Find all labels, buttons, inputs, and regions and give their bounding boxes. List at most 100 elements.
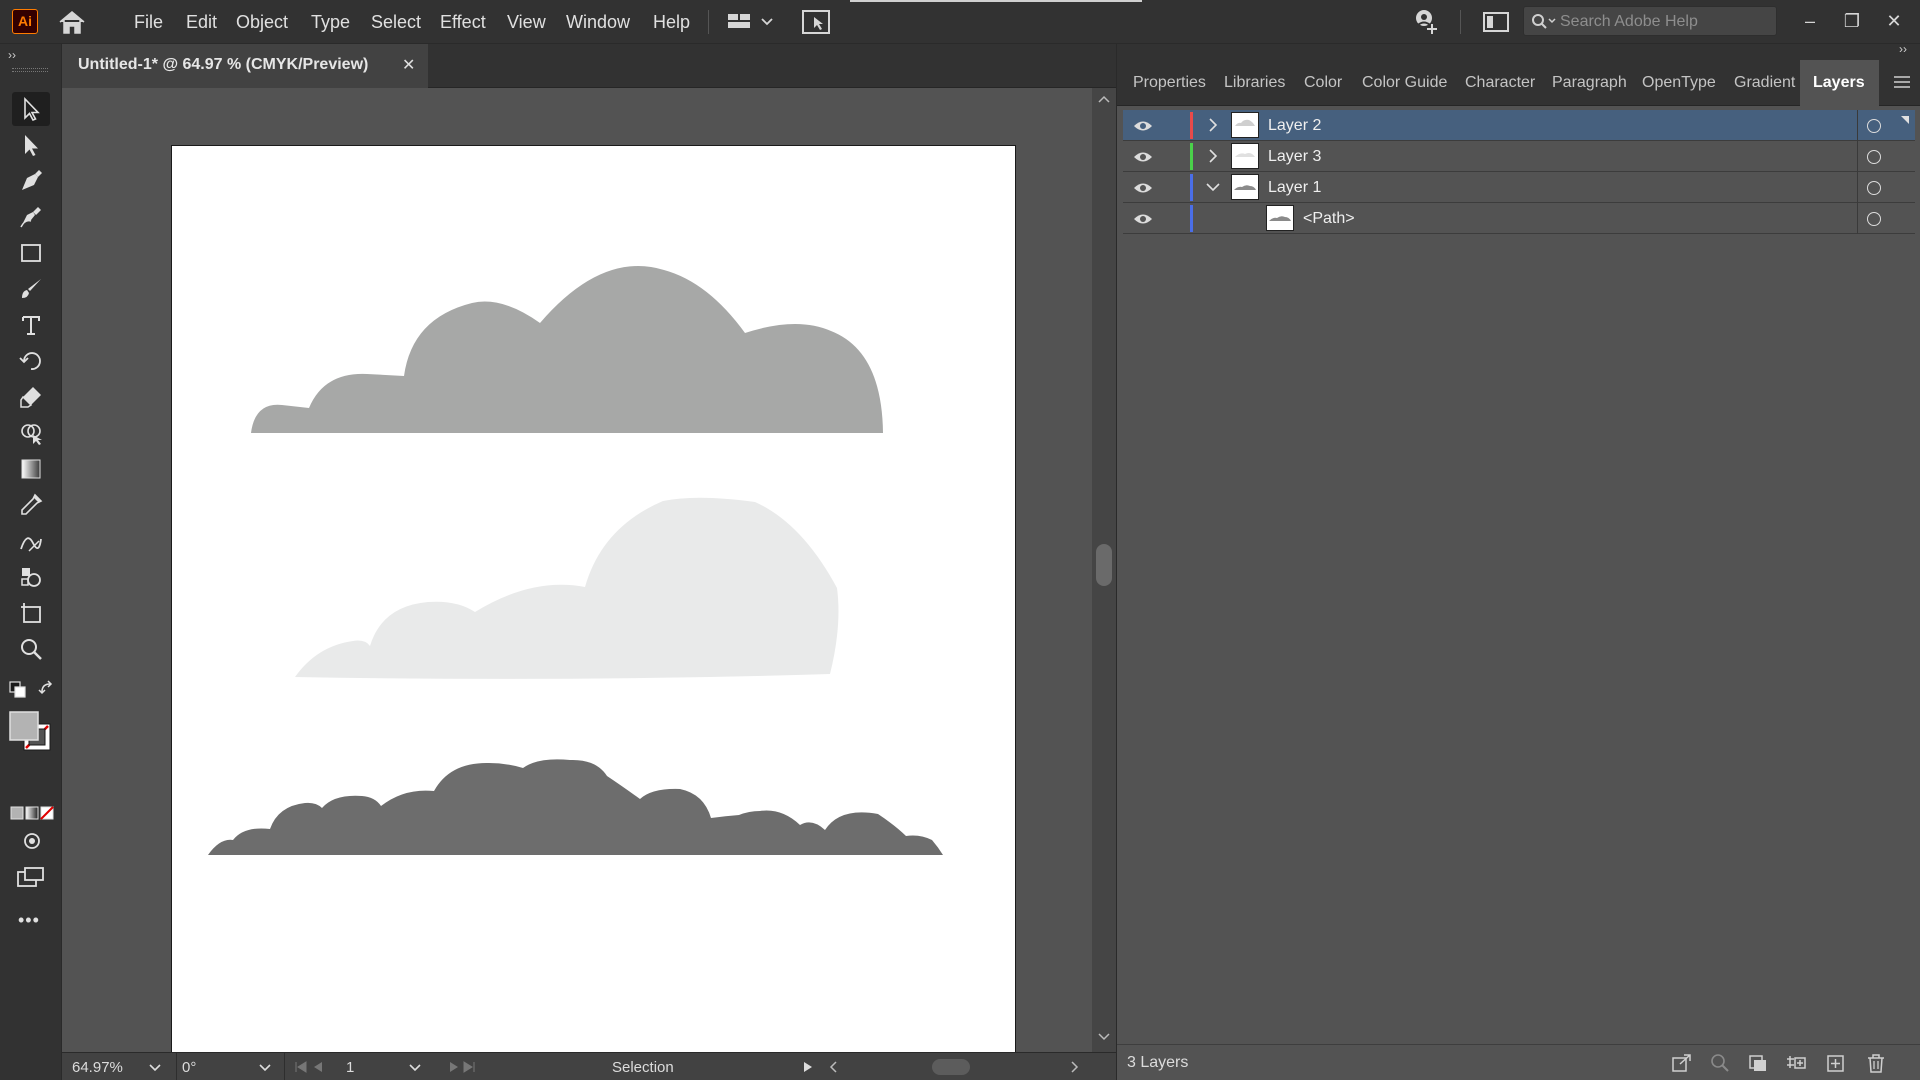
shape-builder-tool[interactable] — [12, 416, 50, 450]
menu-edit[interactable]: Edit — [186, 10, 217, 34]
zoom-level[interactable]: 64.97% — [72, 1057, 152, 1079]
menu-object[interactable]: Object — [236, 10, 288, 34]
visibility-eye-icon[interactable] — [1133, 212, 1153, 226]
rotation-dropdown-icon[interactable] — [258, 1063, 272, 1073]
rotation-value[interactable]: 0° — [182, 1057, 242, 1079]
locate-object-icon[interactable] — [1709, 1053, 1731, 1073]
tab-opentype[interactable]: OpenType — [1642, 74, 1716, 92]
menu-file[interactable]: File — [134, 10, 163, 34]
visibility-eye-icon[interactable] — [1133, 119, 1153, 133]
vertical-scrollbar[interactable] — [1092, 88, 1116, 1052]
menu-help[interactable]: Help — [653, 10, 690, 34]
cloud-shape-top[interactable] — [251, 266, 883, 433]
scroll-left-icon[interactable] — [828, 1060, 838, 1074]
status-menu-icon[interactable] — [802, 1061, 814, 1073]
layer-name[interactable]: Layer 3 — [1268, 148, 1321, 166]
delete-layer-icon[interactable] — [1865, 1053, 1887, 1073]
more-tools-icon[interactable]: ••• — [18, 910, 40, 931]
draw-mode-icon[interactable] — [20, 830, 44, 852]
next-last-artboard-icon[interactable] — [440, 1061, 480, 1073]
zoom-dropdown-icon[interactable] — [148, 1063, 162, 1073]
pen-tool[interactable] — [12, 164, 50, 198]
sublayer-row[interactable]: <Path> — [1123, 203, 1915, 234]
menu-select[interactable]: Select — [371, 10, 421, 34]
menu-effect[interactable]: Effect — [440, 10, 486, 34]
layer-row[interactable]: Layer 1 — [1123, 172, 1915, 203]
scroll-down-icon[interactable] — [1098, 1032, 1110, 1042]
visibility-eye-icon[interactable] — [1133, 150, 1153, 164]
create-sublayer-icon[interactable] — [1785, 1053, 1807, 1073]
close-window-button[interactable]: ✕ — [1874, 6, 1914, 36]
document-tab[interactable]: Untitled-1* @ 64.97 % (CMYK/Preview) ✕ — [62, 44, 428, 88]
layer-target-icon[interactable] — [1867, 119, 1881, 133]
screen-mode-icon[interactable] — [16, 866, 46, 888]
tab-color[interactable]: Color — [1304, 74, 1342, 92]
type-tool[interactable] — [12, 308, 50, 342]
menu-view[interactable]: View — [507, 10, 546, 34]
paintbrush-tool[interactable] — [12, 272, 50, 306]
layer-row[interactable]: Layer 2 — [1123, 110, 1915, 141]
gradient-tool[interactable] — [12, 452, 50, 486]
horizontal-scroll-thumb[interactable] — [932, 1059, 970, 1075]
home-button[interactable] — [56, 9, 88, 35]
artboard-number[interactable]: 1 — [346, 1057, 386, 1079]
help-search-box[interactable] — [1523, 6, 1777, 36]
collapse-toolbar-icon[interactable]: ›› — [8, 48, 16, 62]
swap-fill-stroke-icon[interactable] — [38, 680, 56, 698]
scroll-up-icon[interactable] — [1098, 94, 1110, 104]
fill-stroke-control[interactable] — [8, 710, 54, 754]
selection-tool[interactable] — [12, 92, 50, 126]
artboard[interactable] — [171, 145, 1016, 1055]
tab-gradient[interactable]: Gradient — [1734, 74, 1795, 92]
toolbar-grip[interactable] — [12, 68, 48, 72]
menu-type[interactable]: Type — [311, 10, 350, 34]
blend-tool[interactable] — [12, 524, 50, 558]
layer-row[interactable]: Layer 3 — [1123, 141, 1915, 172]
path-name[interactable]: <Path> — [1303, 210, 1355, 228]
canvas[interactable] — [62, 88, 1092, 1055]
rotate-tool[interactable] — [12, 344, 50, 378]
rectangle-tool[interactable] — [12, 236, 50, 270]
search-input[interactable] — [1560, 11, 1770, 33]
artboard-tool[interactable] — [12, 596, 50, 630]
layer-name[interactable]: Layer 2 — [1268, 117, 1321, 135]
symbol-sprayer-tool[interactable] — [12, 560, 50, 594]
default-fill-stroke-icon[interactable] — [8, 680, 28, 700]
create-new-layer-icon[interactable] — [1825, 1053, 1847, 1073]
export-for-screens-icon[interactable] — [1671, 1053, 1693, 1073]
layer-target-icon[interactable] — [1867, 181, 1881, 195]
tab-layers[interactable]: Layers — [1813, 74, 1865, 92]
zoom-tool[interactable] — [12, 632, 50, 666]
make-clipping-mask-icon[interactable] — [1747, 1053, 1769, 1073]
layer-target-icon[interactable] — [1867, 150, 1881, 164]
share-button[interactable] — [800, 9, 832, 35]
restore-button[interactable]: ❐ — [1832, 6, 1872, 36]
workspace-switcher-button[interactable] — [1480, 10, 1512, 34]
vertical-scroll-thumb[interactable] — [1096, 544, 1112, 586]
direct-selection-tool[interactable] — [12, 128, 50, 162]
eraser-tool[interactable] — [12, 380, 50, 414]
tab-character[interactable]: Character — [1465, 74, 1535, 92]
curvature-tool[interactable] — [12, 200, 50, 234]
color-mode-buttons[interactable] — [10, 806, 54, 820]
expand-chevron-icon[interactable] — [1205, 148, 1221, 164]
tab-color-guide[interactable]: Color Guide — [1362, 74, 1447, 92]
scroll-right-icon[interactable] — [1070, 1060, 1080, 1074]
tab-properties[interactable]: Properties — [1133, 74, 1206, 92]
minimize-button[interactable]: – — [1790, 6, 1830, 36]
close-document-icon[interactable]: ✕ — [402, 55, 415, 75]
collapse-chevron-icon[interactable] — [1205, 179, 1221, 195]
layer-name[interactable]: Layer 1 — [1268, 179, 1321, 197]
user-account-button[interactable] — [1410, 8, 1442, 36]
visibility-eye-icon[interactable] — [1133, 181, 1153, 195]
tab-paragraph[interactable]: Paragraph — [1552, 74, 1627, 92]
panel-menu-icon[interactable] — [1892, 74, 1912, 90]
collapse-dock-icon[interactable]: ›› — [1899, 42, 1907, 56]
tab-libraries[interactable]: Libraries — [1224, 74, 1285, 92]
first-previous-artboard-icon[interactable] — [294, 1061, 334, 1073]
menu-window[interactable]: Window — [566, 10, 630, 34]
expand-chevron-icon[interactable] — [1205, 117, 1221, 133]
cloud-shape-middle[interactable] — [295, 497, 839, 679]
cloud-shape-bottom[interactable] — [208, 759, 943, 855]
arrange-documents-button[interactable] — [726, 10, 776, 34]
